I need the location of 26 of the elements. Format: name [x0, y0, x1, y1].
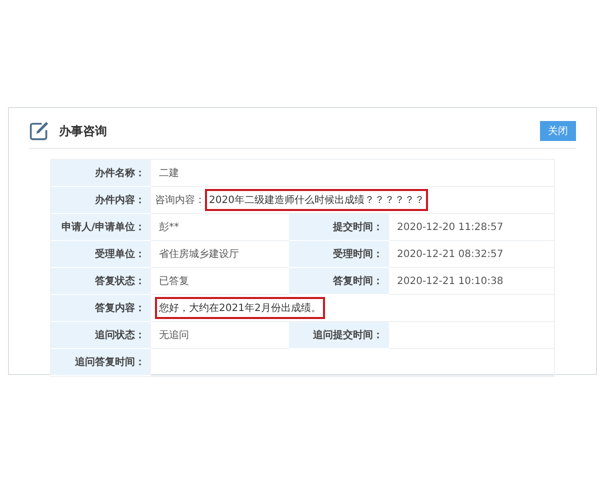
- field-label: 追问状态：: [51, 322, 151, 349]
- field-value: 省住房城乡建设厅: [158, 248, 240, 262]
- field-value: 无追问: [158, 329, 190, 343]
- close-button[interactable]: 关闭: [540, 121, 576, 141]
- highlighted-value: 您好，大约在2021年2月份出成绩。: [155, 297, 325, 319]
- field-label: 答复时间：: [289, 268, 389, 295]
- field-value: 2020-12-21 08:32:57: [396, 248, 504, 262]
- edit-icon: [29, 121, 49, 141]
- panel-title: 办事咨询: [59, 122, 108, 140]
- field-value: 2020-12-20 11:28:57: [396, 220, 504, 234]
- field-label: 受理单位：: [51, 241, 151, 268]
- field-label: 办件名称：: [51, 160, 151, 187]
- field-label: 追问提交时间：: [289, 322, 389, 349]
- field-label: 答复内容：: [51, 295, 151, 322]
- field-value: 已答复: [158, 275, 190, 289]
- field-value: 彭**: [158, 220, 180, 235]
- field-label: 受理时间：: [289, 241, 389, 268]
- value-prefix: 咨询内容：: [155, 194, 205, 207]
- field-label: 申请人/申请单位：: [51, 214, 151, 241]
- field-value: 二建: [158, 166, 180, 181]
- field-label: 办件内容：: [51, 187, 151, 214]
- field-label: 追问答复时间：: [51, 349, 151, 376]
- highlighted-value: 2020年二级建造师什么时候出成绩？？？？？？: [205, 189, 428, 211]
- field-label: 提交时间：: [289, 214, 389, 241]
- field-value: 2020-12-21 10:10:38: [396, 274, 504, 288]
- field-label: 答复状态：: [51, 268, 151, 295]
